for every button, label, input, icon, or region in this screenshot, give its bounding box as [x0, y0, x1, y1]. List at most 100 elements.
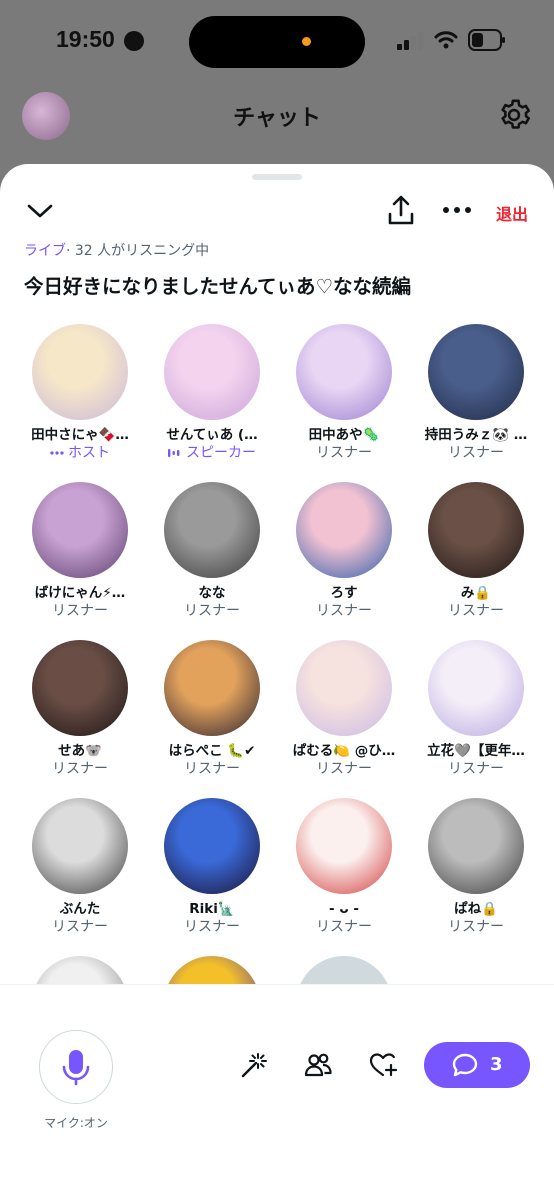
participant[interactable]: ろす リスナー — [278, 482, 410, 621]
participant-role-label: リスナー — [184, 761, 240, 777]
live-label: ライブ — [24, 243, 66, 259]
participant-role: リスナー — [14, 602, 146, 621]
participant[interactable] — [14, 956, 146, 984]
participant-role: リスナー — [278, 602, 410, 621]
share-icon[interactable] — [386, 194, 416, 226]
participant-avatar[interactable] — [428, 640, 524, 736]
participant[interactable]: 田中あや🦠 リスナー — [278, 324, 410, 463]
participant-role: ホスト — [14, 444, 146, 463]
participant-avatar[interactable] — [164, 482, 260, 578]
participant-role-label: リスナー — [52, 919, 108, 935]
chevron-down-icon[interactable] — [26, 200, 54, 222]
audio-wave-icon — [168, 449, 180, 457]
participant-role-label: ホスト — [68, 445, 110, 461]
participant-avatar[interactable] — [32, 640, 128, 736]
participant-avatar[interactable] — [296, 482, 392, 578]
mic-icon — [62, 1049, 89, 1085]
space-title: 今日好きになりましたせんてぃあ♡なな続編 — [24, 275, 412, 298]
participant-avatar[interactable] — [32, 798, 128, 894]
participant-name: はらぺこ 🐛✔ — [168, 743, 256, 759]
people-icon[interactable] — [303, 1050, 333, 1080]
chat-header: チャット — [0, 84, 554, 164]
participant[interactable]: 田中さにゃ🍫… ホスト — [14, 324, 146, 463]
participant-name: ぱむる🍋 @ひ… — [292, 743, 396, 759]
participant-avatar[interactable] — [296, 324, 392, 420]
participant-role: リスナー — [14, 760, 146, 779]
participant[interactable]: ぱね🔒 リスナー — [410, 798, 542, 937]
participant-avatar[interactable] — [164, 956, 260, 984]
participant-role-label: リスナー — [448, 761, 504, 777]
participant-role: リスナー — [410, 602, 542, 621]
participant[interactable]: み🔒 リスナー — [410, 482, 542, 621]
participant-avatar[interactable] — [296, 956, 392, 984]
participant-role: リスナー — [278, 760, 410, 779]
participant[interactable]: ぱむる🍋 @ひ… リスナー — [278, 640, 410, 779]
participant-role-label: リスナー — [448, 919, 504, 935]
more-icon[interactable] — [440, 200, 474, 220]
participant-role-label: リスナー — [448, 603, 504, 619]
participant-name: - ᴗ - — [329, 901, 359, 917]
participant[interactable]: 立花🩶【更年… リスナー — [410, 640, 542, 779]
participant-name: なな — [198, 585, 226, 601]
participant[interactable] — [278, 956, 410, 984]
participant-role-label: リスナー — [448, 445, 504, 461]
mic-button[interactable] — [39, 1030, 113, 1104]
participant-name: Riki🗽 — [189, 901, 235, 917]
participant-avatar[interactable] — [428, 482, 524, 578]
divider — [0, 984, 554, 985]
participant-avatar[interactable] — [164, 798, 260, 894]
participant[interactable]: ぶんた リスナー — [14, 798, 146, 937]
participant-role-label: リスナー — [316, 603, 372, 619]
participant[interactable]: はらぺこ 🐛✔ リスナー — [146, 640, 278, 779]
participant-role-label: リスナー — [184, 919, 240, 935]
participant-name: ろす — [330, 585, 358, 601]
participant-avatar[interactable] — [32, 324, 128, 420]
signal-icon — [397, 32, 423, 50]
chat-bubble-icon — [452, 1053, 478, 1077]
participant-avatar[interactable] — [32, 956, 128, 984]
battery-icon — [468, 29, 505, 51]
space-sheet: 退出 ライブ· 32 人がリスニング中 今日好きになりましたせんてぃあ♡なな続編… — [0, 164, 554, 1200]
participant-avatar[interactable] — [296, 640, 392, 736]
participant-avatar[interactable] — [296, 798, 392, 894]
participant-name: 立花🩶【更年… — [427, 743, 525, 759]
live-status: ライブ· 32 人がリスニング中 — [24, 240, 209, 260]
participant-role: リスナー — [410, 444, 542, 463]
participant[interactable] — [146, 956, 278, 984]
participant[interactable]: せあ🐨 リスナー — [14, 640, 146, 779]
participant-role-label: スピーカー — [186, 445, 256, 461]
participant-role-label: リスナー — [184, 603, 240, 619]
participant-role-label: リスナー — [316, 445, 372, 461]
participant-avatar[interactable] — [428, 324, 524, 420]
privacy-indicator — [302, 37, 311, 46]
sheet-grabber[interactable] — [252, 174, 302, 180]
participant[interactable]: ばけにゃん⚡… リスナー — [14, 482, 146, 621]
magic-wand-icon[interactable] — [238, 1050, 268, 1080]
participant-role-label: リスナー — [316, 919, 372, 935]
participant[interactable]: - ᴗ - リスナー — [278, 798, 410, 937]
mic-label: マイク:オン — [44, 1116, 108, 1130]
participant-role-label: リスナー — [52, 603, 108, 619]
participant[interactable]: せんてぃあ (… スピーカー — [146, 324, 278, 463]
participant-avatar[interactable] — [32, 482, 128, 578]
participant-name: 持田うみｚ🐼 … — [424, 427, 528, 443]
participant-name: ぱね🔒 — [454, 901, 498, 917]
participant-role: リスナー — [278, 918, 410, 937]
chat-count: 3 — [490, 1054, 503, 1075]
participant-role: リスナー — [410, 760, 542, 779]
leave-button[interactable]: 退出 — [496, 201, 528, 225]
gear-icon[interactable] — [497, 98, 531, 132]
chat-button[interactable]: 3 — [424, 1042, 530, 1088]
participant[interactable]: Riki🗽 リスナー — [146, 798, 278, 937]
participant-avatar[interactable] — [164, 324, 260, 420]
participant[interactable]: なな リスナー — [146, 482, 278, 621]
dynamic-island — [189, 16, 365, 68]
status-time: 19:50 — [56, 26, 115, 52]
listener-count: · 32 人がリスニング中 — [66, 243, 210, 259]
participant[interactable]: 持田うみｚ🐼 … リスナー — [410, 324, 542, 463]
participant-avatar[interactable] — [428, 798, 524, 894]
wifi-icon — [434, 31, 458, 49]
participant-avatar[interactable] — [164, 640, 260, 736]
heart-plus-icon[interactable] — [368, 1050, 398, 1080]
more-dots-icon — [50, 451, 64, 455]
